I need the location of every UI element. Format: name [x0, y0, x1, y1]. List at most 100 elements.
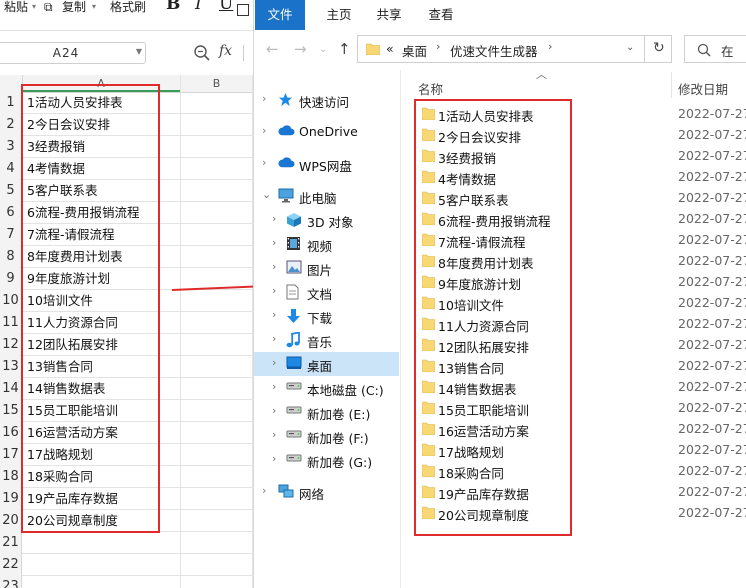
nav-item[interactable]: › 新加卷 (E:) [254, 400, 399, 424]
column-header-name[interactable]: 名称 [418, 79, 443, 98]
refresh-button[interactable]: ↻ [644, 35, 673, 63]
row-number[interactable]: 21 [0, 532, 22, 554]
name-box[interactable]: A24 ▼ [0, 42, 146, 64]
back-arrow-icon[interactable]: ← [266, 40, 279, 58]
row-number[interactable]: 4 [0, 158, 22, 180]
row-number[interactable]: 18 [0, 466, 22, 488]
nav-item[interactable]: › 网络 [254, 480, 399, 504]
chevron-right-icon[interactable]: ⌄ [262, 188, 271, 201]
nav-item[interactable]: › 图片 [254, 256, 399, 280]
row-number[interactable]: 10 [0, 290, 22, 312]
chevron-down-icon[interactable]: ▼ [136, 47, 142, 56]
chevron-right-icon[interactable]: › [272, 260, 276, 273]
row-number[interactable]: 17 [0, 444, 22, 466]
row-number[interactable]: 13 [0, 356, 22, 378]
tab-share[interactable]: 共享 [364, 0, 414, 30]
chevron-right-icon[interactable]: › [272, 380, 276, 393]
nav-item[interactable]: › 文档 [254, 280, 399, 304]
nav-item[interactable]: › 桌面 [254, 352, 399, 376]
row-number[interactable]: 20 [0, 510, 22, 532]
row-number[interactable]: 8 [0, 246, 22, 268]
row-number[interactable]: 23 [0, 576, 22, 588]
film-icon [286, 236, 301, 254]
row-number[interactable]: 2 [0, 114, 22, 136]
file-date: 2022-07-27 [678, 274, 746, 289]
copy-icon[interactable]: ⧉ [44, 0, 53, 14]
up-arrow-icon[interactable]: ↑ [338, 40, 351, 58]
chevron-right-icon[interactable]: › [262, 92, 266, 105]
nav-item[interactable]: › 快速访问 [254, 88, 399, 112]
search-placeholder: 在 [721, 44, 734, 59]
row-number[interactable]: 15 [0, 400, 22, 422]
row-number[interactable]: 5 [0, 180, 22, 202]
nav-item[interactable]: › OneDrive [254, 120, 399, 144]
bold-button[interactable]: B [166, 0, 180, 14]
column-header-b[interactable]: B [180, 77, 253, 90]
breadcrumb-desktop[interactable]: 桌面 [402, 41, 427, 60]
address-bar[interactable]: « 桌面 › 优速文件生成器 › ⌄ [357, 35, 672, 63]
border-icon[interactable] [237, 4, 249, 16]
formula-fx-icon[interactable]: fx [219, 43, 232, 59]
breadcrumb-chevron-icon[interactable]: › [548, 40, 552, 53]
chevron-right-icon[interactable]: › [272, 308, 276, 321]
address-dropdown-icon[interactable]: ⌄ [626, 42, 634, 53]
table-row[interactable]: 21 [0, 532, 253, 554]
row-number[interactable]: 19 [0, 488, 22, 510]
column-header-separator[interactable] [671, 72, 672, 98]
chevron-right-icon[interactable]: › [262, 156, 266, 169]
nav-item[interactable]: ⌄ 此电脑 [254, 184, 399, 208]
chevron-right-icon[interactable]: › [272, 356, 276, 369]
row-number[interactable]: 11 [0, 312, 22, 334]
chevron-right-icon[interactable]: › [272, 428, 276, 441]
nav-item[interactable]: › 视频 [254, 232, 399, 256]
chevron-right-icon[interactable]: › [262, 124, 266, 137]
nav-item[interactable]: › 本地磁盘 (C:) [254, 376, 399, 400]
row-number[interactable]: 16 [0, 422, 22, 444]
music-icon [286, 331, 300, 351]
recent-dropdown-icon[interactable]: ⌄ [319, 44, 327, 55]
row-number[interactable]: 12 [0, 334, 22, 356]
tab-file[interactable]: 文件 [255, 0, 305, 30]
underline-button[interactable]: U [219, 0, 233, 14]
row-number[interactable]: 7 [0, 224, 22, 246]
breadcrumb-chevron-icon[interactable]: › [436, 40, 440, 53]
nav-item-label: 下载 [307, 311, 333, 326]
nav-item[interactable]: › 新加卷 (G:) [254, 448, 399, 472]
search-box[interactable]: 在 [684, 35, 746, 63]
paste-dropdown-icon[interactable]: ▾ [32, 0, 36, 14]
column-header-date[interactable]: 修改日期 [678, 79, 728, 98]
chevron-right-icon[interactable]: › [272, 284, 276, 297]
zoom-icon[interactable] [193, 44, 211, 62]
nav-item[interactable]: › 下载 [254, 304, 399, 328]
copy-button[interactable]: 复制 [62, 0, 86, 14]
nav-item[interactable]: › 音乐 [254, 328, 399, 352]
row-number[interactable]: 6 [0, 202, 22, 224]
breadcrumb-overflow[interactable]: « [386, 41, 394, 56]
select-all-corner[interactable] [0, 75, 23, 92]
chevron-right-icon[interactable]: › [272, 332, 276, 345]
row-number[interactable]: 9 [0, 268, 22, 290]
chevron-right-icon[interactable]: › [272, 452, 276, 465]
row-number[interactable]: 22 [0, 554, 22, 576]
nav-item-label: 图片 [307, 263, 333, 278]
row-number[interactable]: 14 [0, 378, 22, 400]
tab-view[interactable]: 查看 [416, 0, 466, 30]
nav-item[interactable]: › WPS网盘 [254, 152, 399, 176]
italic-button[interactable]: I [195, 0, 202, 14]
paste-button[interactable]: 粘贴 [4, 0, 28, 14]
breadcrumb-current-folder[interactable]: 优速文件生成器 [450, 41, 538, 60]
copy-dropdown-icon[interactable]: ▾ [92, 0, 96, 14]
chevron-right-icon[interactable]: › [272, 236, 276, 249]
row-number[interactable]: 1 [0, 92, 22, 114]
nav-item[interactable]: › 新加卷 (F:) [254, 424, 399, 448]
row-number[interactable]: 3 [0, 136, 22, 158]
chevron-right-icon[interactable]: › [272, 212, 276, 225]
table-row[interactable]: 23 [0, 576, 253, 588]
chevron-right-icon[interactable]: › [262, 484, 266, 497]
nav-item[interactable]: › 3D 对象 [254, 208, 399, 232]
tab-home[interactable]: 主页 [314, 0, 364, 30]
format-brush-button[interactable]: 格式刷 [110, 0, 146, 14]
table-row[interactable]: 22 [0, 554, 253, 576]
chevron-right-icon[interactable]: › [272, 404, 276, 417]
forward-arrow-icon[interactable]: → [294, 40, 307, 58]
